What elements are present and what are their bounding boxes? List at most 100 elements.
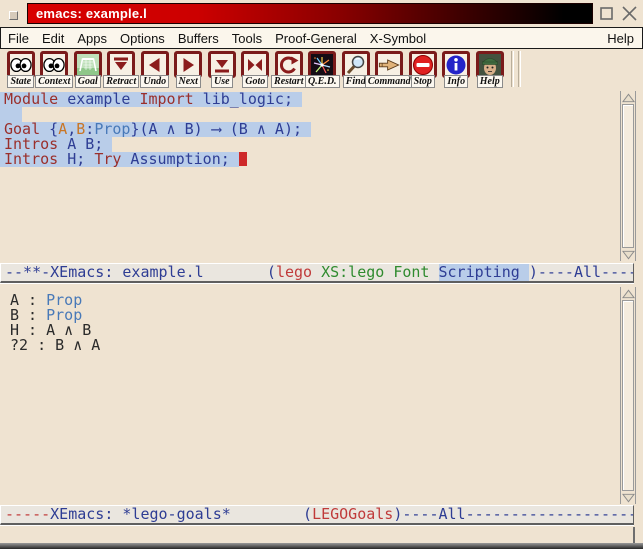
locked-region-highlight: Module example Import lib_logic;: [0, 92, 302, 107]
token: example: [58, 90, 139, 108]
modeline-goals[interactable]: -----XEmacs: *lego-goals* (LEGOGoals)---…: [0, 505, 634, 525]
toolbar-button-goal[interactable]: Goal: [71, 51, 105, 88]
toolbar-button-command[interactable]: Command: [373, 51, 407, 88]
toolbar-button-label: Restart: [271, 75, 306, 88]
goals-buffer-text: A : PropB : PropH : A ∧ B?2 : B ∧ A: [0, 293, 643, 353]
stop-sign-icon: [409, 51, 437, 78]
fireworks-icon: [308, 51, 336, 78]
token: lego: [276, 263, 321, 281]
token: -----: [5, 505, 50, 523]
toolbar-button-retract[interactable]: Retract: [105, 51, 139, 88]
goals-line: ?2 : B ∧ A: [0, 338, 643, 353]
token: Try: [94, 150, 121, 168]
menu-item-proof-general[interactable]: Proof-General: [275, 31, 357, 46]
token: lib_logic;: [194, 90, 293, 108]
xemacs-window: { "window": { "title": "emacs: example.l…: [0, 0, 643, 549]
soccer-goal-icon: [74, 51, 102, 78]
toolbar-button-label: Goto: [242, 75, 268, 88]
toolbar-button-label: Goal: [75, 75, 101, 88]
magnifier-icon: [342, 51, 370, 78]
toolbar-button-info[interactable]: Info: [440, 51, 474, 88]
toolbar-button-undo[interactable]: Undo: [138, 51, 172, 88]
toolbar-button-qed[interactable]: Q.E.D.: [306, 51, 340, 88]
token: }(A ∧ B) ⟶ (B ∧ A);: [130, 120, 302, 138]
goto-bowtie-icon: [241, 51, 269, 78]
menu-item-tools[interactable]: Tools: [232, 31, 262, 46]
toolbar: StateContextGoalRetractUndoNext Use GotoRe…: [0, 49, 643, 90]
resize-grip[interactable]: [633, 527, 638, 543]
goals-line: B : Prop: [0, 308, 643, 323]
menu-item-options[interactable]: Options: [120, 31, 165, 46]
menu-item-file[interactable]: File: [8, 31, 29, 46]
scroll-down-icon[interactable]: [621, 492, 635, 503]
menu-item-buffers[interactable]: Buffers: [178, 31, 219, 46]
restart-arrows-icon: [275, 51, 303, 78]
eyes-icon: [7, 51, 35, 78]
toolbar-button-next[interactable]: Next: [172, 51, 206, 88]
close-icon: [621, 5, 638, 22]
token: Import: [139, 90, 193, 108]
scroll-up-icon[interactable]: [621, 92, 635, 103]
buffer-line: Intros H; Try Assumption;: [0, 152, 643, 167]
undo-triangle-icon: [141, 51, 169, 78]
buffer-line: Module example Import lib_logic;: [0, 92, 643, 107]
script-buffer[interactable]: Module example Import lib_logic; Goal {A…: [0, 90, 643, 263]
token: )----All----: [529, 263, 634, 281]
titlebar-drag-area[interactable]: emacs: example.l: [27, 3, 593, 24]
toolbar-button-label: Undo: [140, 75, 169, 88]
pointing-hand-icon: [375, 51, 403, 78]
toolbar-button-label: Use: [211, 75, 233, 88]
scroll-down-icon[interactable]: [621, 249, 635, 260]
token: )----All--------------------: [393, 505, 634, 523]
token: LEGOGoals: [312, 505, 393, 523]
menu-item-apps[interactable]: Apps: [77, 31, 107, 46]
toolbar-button-label: Retract: [103, 75, 139, 88]
token: XEmacs: *lego-goals*: [50, 505, 303, 523]
window-bottom-frame: [0, 543, 643, 549]
titlebar: emacs: example.l: [0, 0, 643, 27]
toolbar-button-label: Info: [444, 75, 468, 88]
maximize-button[interactable]: [597, 4, 616, 23]
menubar: File Edit Apps Options Buffers Tools Proof-Gen…: [0, 27, 643, 49]
token: (: [267, 263, 276, 281]
echo-area[interactable]: [0, 525, 643, 543]
token: Module: [4, 90, 58, 108]
help-face-icon: [476, 51, 504, 78]
modeline-script[interactable]: --**-XEmacs: example.l (lego XS:lego Fon…: [0, 263, 634, 283]
scroll-thumb[interactable]: [622, 300, 634, 491]
token: (: [303, 505, 312, 523]
toolbar-button-label: Help: [477, 75, 503, 88]
toolbar-button-context[interactable]: Context: [38, 51, 72, 88]
token: Assumption;: [121, 150, 229, 168]
scroll-up-icon[interactable]: [621, 288, 635, 299]
script-buffer-text: Module example Import lib_logic; Goal {A…: [0, 92, 643, 167]
toolbar-button-state[interactable]: State: [4, 51, 38, 88]
text-cursor: [239, 152, 247, 166]
toolbar-button-restart[interactable]: Restart: [272, 51, 306, 88]
window-menu-icon[interactable]: [9, 11, 18, 20]
goals-buffer[interactable]: A : PropB : PropH : A ∧ B?2 : B ∧ A: [0, 284, 643, 505]
toolbar-separator: [511, 51, 514, 87]
toolbar-button-goto[interactable]: Goto: [239, 51, 273, 88]
menu-item-x-symbol[interactable]: X-Symbol: [370, 31, 426, 46]
toolbar-separator: [518, 51, 521, 87]
toolbar-button-help[interactable]: Help: [473, 51, 507, 88]
menu-item-help[interactable]: Help: [607, 31, 642, 46]
close-button[interactable]: [620, 4, 639, 23]
maximize-icon: [599, 6, 614, 21]
toolbar-button-stop[interactable]: Stop: [406, 51, 440, 88]
scroll-thumb[interactable]: [622, 104, 634, 248]
menu-items: File Edit Apps Options Buffers Tools Proof-Gen…: [1, 31, 607, 46]
toolbar-button-use[interactable]: Use: [205, 51, 239, 88]
script-scrollbar[interactable]: [620, 91, 636, 261]
toolbar-button-label: Command: [365, 75, 414, 88]
token: H;: [58, 150, 94, 168]
token: Scripting: [439, 263, 529, 281]
goals-line: A : Prop: [0, 293, 643, 308]
token: --**-XEmacs: example.l: [5, 263, 267, 281]
menu-item-edit[interactable]: Edit: [42, 31, 64, 46]
use-icon: [208, 51, 236, 78]
goals-scrollbar[interactable]: [620, 287, 636, 504]
token: XS:lego Font: [321, 263, 438, 281]
toolbar-button-label: Context: [35, 75, 73, 88]
